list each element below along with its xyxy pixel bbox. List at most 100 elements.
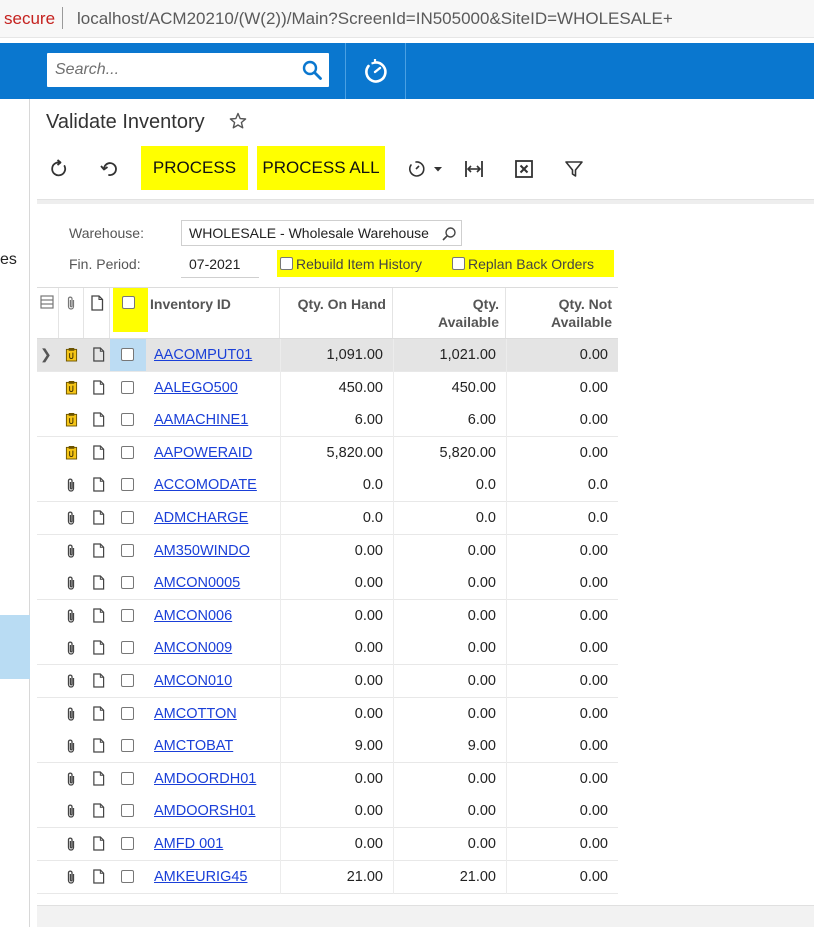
- lookup-search-icon[interactable]: [441, 226, 457, 242]
- paperclip-icon[interactable]: [65, 477, 79, 493]
- inventory-id-link[interactable]: AMCON009: [154, 632, 279, 664]
- paperclip-icon[interactable]: [65, 640, 79, 656]
- row-select-checkbox[interactable]: [121, 641, 134, 655]
- table-row[interactable]: AMCON0005 0.00 0.00 0.00: [37, 567, 618, 601]
- row-select-checkbox[interactable]: [121, 576, 134, 590]
- schedule-icon[interactable]: [404, 158, 446, 180]
- document-icon[interactable]: [92, 477, 106, 493]
- row-select-checkbox[interactable]: [121, 511, 134, 524]
- warehouse-selector[interactable]: WHOLESALE - Wholesale Warehouse: [181, 220, 462, 246]
- table-row[interactable]: AMCOTTON 0.00 0.00 0.00: [37, 697, 618, 731]
- replan-back-orders-checkbox[interactable]: [452, 257, 465, 270]
- paperclip-icon[interactable]: [65, 510, 79, 526]
- row-select-checkbox[interactable]: [121, 608, 134, 622]
- table-row[interactable]: AMKEURIG45 21.00 21.00 0.00: [37, 860, 618, 894]
- inventory-id-link[interactable]: AMCTOBAT: [154, 730, 279, 762]
- undo-icon[interactable]: [98, 158, 120, 180]
- process-button[interactable]: PROCESS: [141, 146, 248, 190]
- document-icon[interactable]: [92, 803, 106, 819]
- attachment-note-icon[interactable]: [65, 380, 79, 396]
- fit-columns-icon[interactable]: [463, 158, 485, 180]
- row-select-checkbox[interactable]: [121, 674, 134, 687]
- search-box[interactable]: [47, 53, 329, 87]
- table-row[interactable]: ACCOMODATE 0.0 0.0 0.0: [37, 469, 618, 503]
- inventory-id-link[interactable]: ACCOMODATE: [154, 469, 279, 501]
- qty-available-header[interactable]: Qty. Available: [393, 288, 506, 338]
- table-row[interactable]: AM350WINDO 0.00 0.00 0.00: [37, 534, 618, 568]
- document-icon[interactable]: [92, 738, 106, 754]
- document-icon[interactable]: [92, 868, 106, 885]
- inventory-id-link[interactable]: AMKEURIG45: [154, 861, 279, 893]
- qty-on-hand-header[interactable]: Qty. On Hand: [280, 288, 393, 338]
- export-excel-icon[interactable]: [513, 158, 535, 180]
- row-select-checkbox[interactable]: [121, 543, 134, 557]
- row-select-checkbox[interactable]: [121, 413, 134, 427]
- table-row[interactable]: AMCON010 0.00 0.00 0.00: [37, 665, 618, 698]
- security-indicator[interactable]: secure: [4, 9, 55, 29]
- attachments-header[interactable]: [59, 288, 84, 338]
- table-row[interactable]: AMCON009 0.00 0.00 0.00: [37, 632, 618, 666]
- inventory-id-link[interactable]: ADMCHARGE: [154, 502, 279, 534]
- paperclip-icon[interactable]: [65, 575, 79, 591]
- table-row[interactable]: AAMACHINE1 6.00 6.00 0.00: [37, 404, 618, 438]
- row-select-checkbox[interactable]: [121, 348, 134, 361]
- inventory-id-link[interactable]: AAPOWERAID: [154, 437, 279, 469]
- document-icon[interactable]: [92, 575, 106, 591]
- recent-history-icon[interactable]: [360, 57, 390, 87]
- table-row[interactable]: AALEGO500 450.00 450.00 0.00: [37, 371, 618, 405]
- row-select-checkbox[interactable]: [121, 804, 134, 818]
- inventory-id-link[interactable]: AMCOTTON: [154, 698, 279, 730]
- refresh-icon[interactable]: [49, 158, 71, 180]
- document-icon[interactable]: [92, 347, 106, 363]
- document-icon[interactable]: [92, 705, 106, 722]
- document-icon[interactable]: [92, 640, 106, 656]
- paperclip-icon[interactable]: [65, 673, 79, 689]
- paperclip-icon[interactable]: [65, 771, 79, 787]
- period-field[interactable]: 07-2021: [181, 252, 259, 278]
- table-row[interactable]: AMFD 001 0.00 0.00 0.00: [37, 828, 618, 861]
- document-icon[interactable]: [92, 510, 106, 526]
- paperclip-icon[interactable]: [65, 738, 79, 754]
- table-row[interactable]: AAPOWERAID 5,820.00 5,820.00 0.00: [37, 436, 618, 470]
- inventory-id-link[interactable]: AMCON0005: [154, 567, 279, 599]
- inventory-id-link[interactable]: AMCON006: [154, 600, 279, 632]
- document-icon[interactable]: [92, 771, 106, 787]
- attachment-note-icon[interactable]: [65, 412, 79, 428]
- document-icon[interactable]: [92, 445, 106, 461]
- inventory-id-link[interactable]: AMFD 001: [154, 828, 279, 860]
- nav-item-fragment[interactable]: es: [0, 251, 17, 269]
- attachment-note-icon[interactable]: [65, 445, 79, 461]
- table-row[interactable]: AMCON006 0.00 0.00 0.00: [37, 599, 618, 633]
- paperclip-icon[interactable]: [65, 803, 79, 819]
- row-expand-chevron-icon[interactable]: ❯: [40, 339, 52, 370]
- select-all-checkbox[interactable]: [122, 296, 135, 309]
- document-icon[interactable]: [92, 673, 106, 689]
- filter-icon[interactable]: [563, 158, 585, 180]
- paperclip-icon[interactable]: [65, 543, 79, 559]
- paperclip-icon[interactable]: [65, 869, 79, 885]
- row-select-checkbox[interactable]: [121, 706, 134, 720]
- document-icon[interactable]: [92, 412, 106, 428]
- inventory-id-link[interactable]: AM350WINDO: [154, 535, 279, 567]
- rebuild-history-label[interactable]: Rebuild Item History: [296, 256, 422, 272]
- inventory-id-link[interactable]: AALEGO500: [154, 372, 279, 404]
- process-all-button[interactable]: PROCESS ALL: [257, 146, 385, 190]
- attachment-note-icon[interactable]: [65, 347, 79, 363]
- row-select-checkbox[interactable]: [121, 869, 134, 883]
- row-select-checkbox[interactable]: [121, 380, 134, 394]
- row-selector-header[interactable]: [37, 288, 59, 338]
- document-icon[interactable]: [92, 379, 106, 396]
- row-select-checkbox[interactable]: [121, 837, 134, 850]
- paperclip-icon[interactable]: [65, 836, 79, 852]
- address-bar[interactable]: secure localhost/ACM20210/(W(2))/Main?Sc…: [0, 0, 814, 38]
- rebuild-history-checkbox[interactable]: [280, 257, 293, 270]
- url-text[interactable]: localhost/ACM20210/(W(2))/Main?ScreenId=…: [77, 9, 673, 29]
- document-icon[interactable]: [92, 608, 106, 624]
- document-icon[interactable]: [92, 836, 106, 852]
- search-icon[interactable]: [301, 59, 323, 81]
- row-select-checkbox[interactable]: [121, 771, 134, 785]
- paperclip-icon[interactable]: [65, 608, 79, 624]
- inventory-id-link[interactable]: AAMACHINE1: [154, 404, 279, 436]
- row-select-checkbox[interactable]: [121, 445, 134, 459]
- table-row[interactable]: AMCTOBAT 9.00 9.00 0.00: [37, 730, 618, 764]
